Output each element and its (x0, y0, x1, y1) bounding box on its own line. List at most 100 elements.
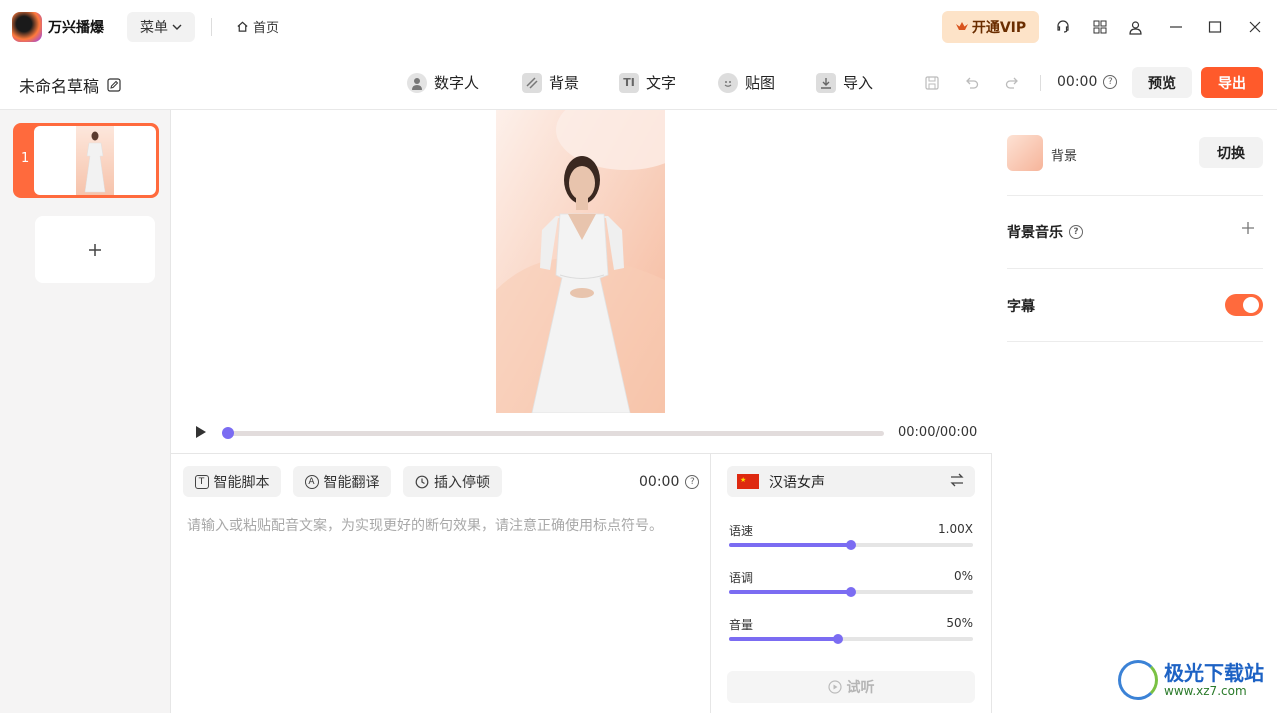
volume-slider-fill (729, 637, 838, 641)
export-button[interactable]: 导出 (1201, 67, 1263, 98)
voice-name: 汉语女声 (769, 474, 825, 491)
pitch-label: 语调 (729, 571, 754, 585)
video-preview[interactable] (496, 110, 665, 413)
undo-icon[interactable] (964, 75, 980, 95)
background-icon (522, 72, 542, 93)
pitch-slider-fill (729, 590, 851, 594)
edit-icon[interactable] (107, 78, 121, 92)
smart-translate-button[interactable]: A 智能翻译 (293, 466, 391, 497)
play-circle-icon (827, 680, 842, 694)
tool-background[interactable]: 背景 (522, 72, 579, 93)
add-music-button[interactable] (1241, 219, 1255, 240)
divider (211, 18, 212, 36)
crown-icon (955, 22, 968, 30)
divider (1007, 341, 1263, 342)
play-button[interactable] (193, 424, 209, 440)
volume-slider-handle[interactable] (833, 634, 843, 644)
watermark-title: 极光下载站 (1164, 661, 1264, 685)
script-duration: 00:00 ? (639, 474, 700, 490)
background-thumbnail[interactable] (1007, 135, 1043, 171)
voice-selector[interactable]: ★ 汉语女声 (727, 466, 975, 497)
home-link[interactable]: 首页 (236, 17, 279, 36)
help-icon[interactable]: ? (685, 475, 700, 489)
swap-icon[interactable] (949, 472, 965, 488)
slide-thumbnail (34, 126, 156, 195)
import-icon (816, 72, 836, 93)
tool-label: 贴图 (745, 74, 776, 92)
play-icon (196, 426, 206, 438)
help-icon[interactable]: ? (1103, 75, 1118, 89)
duration-display: 00:00 ? (1057, 74, 1118, 90)
speed-label: 语速 (729, 524, 754, 538)
slide-number: 1 (21, 151, 30, 166)
text-icon: TI (619, 72, 639, 93)
tool-sticker[interactable]: 贴图 (718, 72, 775, 93)
title-bar: 万兴播爆 菜单 首页 开通VIP (0, 0, 1277, 54)
china-flag-icon: ★ (737, 474, 759, 489)
tool-digital-human[interactable]: 数字人 (407, 72, 479, 93)
speed-slider-handle[interactable] (846, 540, 856, 550)
tool-import[interactable]: 导入 (816, 72, 873, 93)
preview-canvas: 00:00/00:00 (171, 110, 992, 454)
smart-script-button[interactable]: T 智能脚本 (183, 466, 281, 497)
add-slide-button[interactable] (35, 216, 155, 283)
vip-label: 开通VIP (971, 20, 1027, 36)
voice-panel: ★ 汉语女声 语速 1.00X 语调 0% 音量 50% 试听 (711, 454, 992, 713)
subtitle-toggle[interactable] (1225, 294, 1263, 316)
draft-title-text: 未命名草稿 (19, 77, 100, 96)
support-icon[interactable] (1052, 16, 1074, 38)
app-name: 万兴播爆 (48, 20, 104, 36)
listen-button[interactable]: 试听 (727, 671, 975, 703)
save-icon[interactable] (924, 75, 940, 95)
subtitle-label: 字幕 (1007, 299, 1035, 315)
apps-grid-icon[interactable] (1089, 16, 1111, 38)
pitch-value: 0% (953, 569, 973, 583)
button-label: 插入停顿 (434, 474, 490, 491)
tool-label: 背景 (549, 74, 580, 92)
insert-pause-button[interactable]: 插入停顿 (403, 466, 502, 497)
time-display: 00:00/00:00 (898, 425, 978, 440)
maximize-icon[interactable] (1204, 16, 1226, 38)
watermark: 极光下载站 www.xz7.com (1118, 660, 1264, 700)
background-music-label: 背景音乐 ? (1007, 222, 1083, 242)
progress-handle[interactable] (222, 427, 234, 439)
plus-icon (89, 243, 101, 256)
script-input[interactable] (187, 516, 697, 696)
tool-label: 导入 (843, 74, 874, 92)
digital-human-icon (407, 72, 427, 93)
menu-button[interactable]: 菜单 (127, 12, 195, 42)
vip-button[interactable]: 开通VIP (942, 11, 1039, 43)
switch-background-button[interactable]: 切换 (1199, 137, 1263, 168)
divider (1007, 268, 1263, 269)
text-box-icon: T (194, 474, 209, 489)
clock-icon (415, 475, 429, 488)
pitch-slider-handle[interactable] (846, 587, 856, 597)
home-label: 首页 (253, 21, 280, 36)
draft-title[interactable]: 未命名草稿 (19, 73, 121, 97)
close-icon[interactable] (1244, 16, 1266, 38)
sticker-icon (718, 72, 738, 93)
minimize-icon[interactable] (1165, 16, 1187, 38)
help-icon[interactable]: ? (1069, 225, 1083, 239)
tool-text[interactable]: TI 文字 (619, 72, 676, 93)
volume-label: 音量 (729, 618, 754, 632)
background-label: 背景 (1051, 149, 1078, 164)
tool-label: 数字人 (434, 74, 480, 92)
user-icon[interactable] (1124, 16, 1146, 38)
toolbar: 未命名草稿 数字人 背景 TI 文字 贴图 导入 00:00 ? 预览 导出 (0, 54, 1277, 110)
progress-bar[interactable] (226, 431, 884, 436)
slide-item[interactable]: 1 (13, 123, 159, 198)
chevron-down-icon (172, 24, 182, 30)
button-label: 智能脚本 (213, 474, 270, 491)
divider (1040, 75, 1041, 91)
script-duration-text: 00:00 (639, 474, 680, 490)
slide-thumbnail-image (76, 126, 114, 195)
speed-slider-fill (729, 543, 851, 547)
menu-label: 菜单 (140, 20, 168, 36)
divider (1007, 195, 1263, 196)
preview-button[interactable]: 预览 (1132, 67, 1192, 98)
home-icon (237, 21, 248, 32)
tool-label: 文字 (646, 74, 677, 92)
redo-icon[interactable] (1004, 75, 1020, 95)
bgm-label-text: 背景音乐 (1007, 225, 1063, 241)
